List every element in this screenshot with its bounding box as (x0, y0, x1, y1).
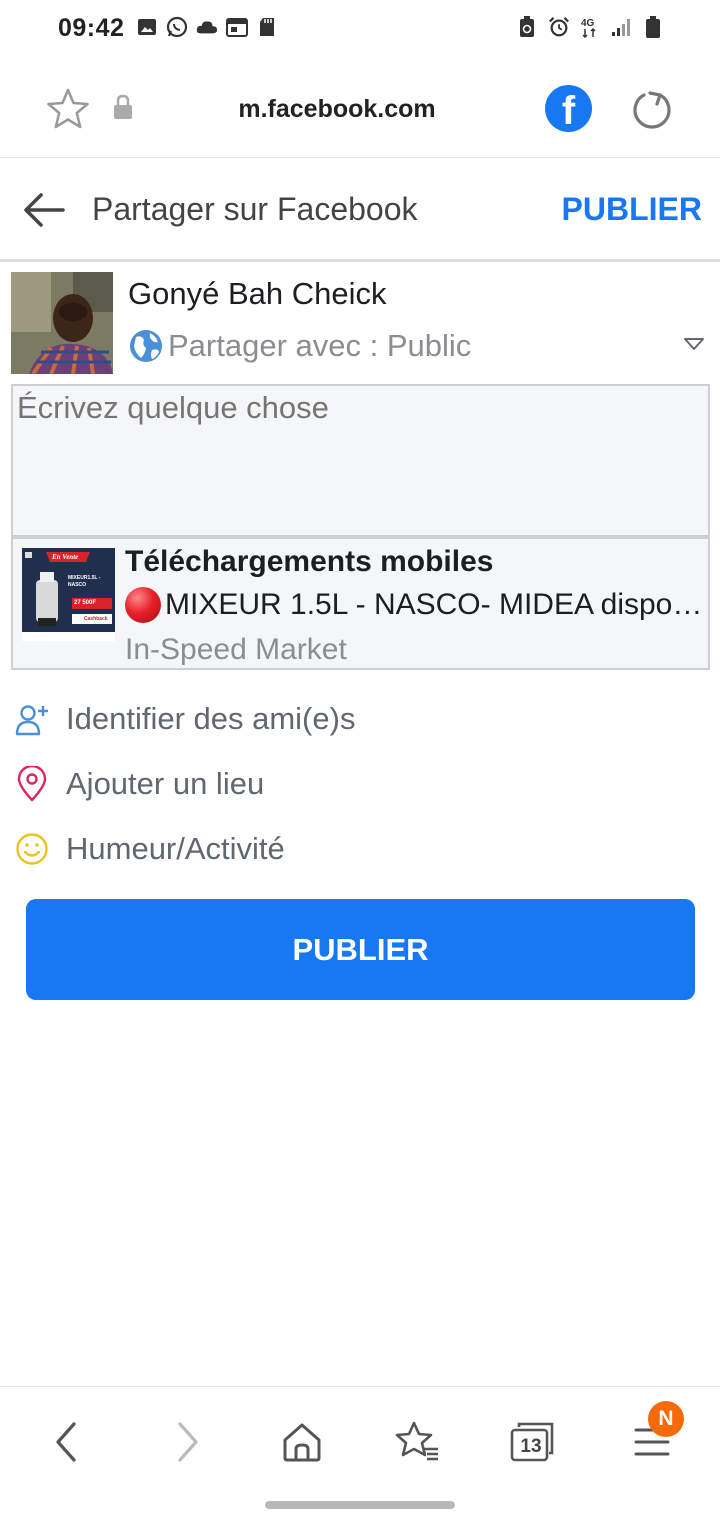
preview-description: MIXEUR 1.5L - NASCO- MIDEA disponible (165, 588, 710, 621)
lock-icon (112, 94, 134, 125)
thumb-price: 27 500F (74, 600, 97, 606)
whatsapp-icon (166, 16, 188, 38)
action-add-location[interactable]: Ajouter un lieu (14, 759, 694, 809)
svg-text:4G: 4G (581, 18, 595, 29)
alarm-icon (548, 16, 570, 38)
user-name: Gonyé Bah Cheick (128, 276, 387, 311)
action-feeling-activity[interactable]: Humeur/Activité (14, 824, 694, 874)
status-bar: 09:42 4G (0, 0, 720, 58)
network-type-icon: 4G (580, 16, 600, 38)
bookmark-star-icon[interactable] (46, 88, 90, 135)
forward-icon[interactable] (162, 1417, 212, 1467)
calendar-icon (226, 16, 248, 38)
action-label: Ajouter un lieu (66, 766, 265, 801)
audience-selector[interactable]: Partager avec : Public (128, 326, 708, 366)
reload-icon[interactable] (630, 88, 674, 137)
facebook-logo-icon[interactable]: f (545, 85, 592, 132)
url-text[interactable]: m.facebook.com (150, 95, 524, 124)
back-arrow-icon[interactable] (22, 190, 66, 235)
thumb-badge: En Vente (52, 553, 79, 561)
back-icon[interactable] (42, 1417, 92, 1467)
tabs-icon[interactable]: 13 (507, 1417, 557, 1467)
location-pin-icon (14, 766, 50, 802)
smiley-icon (14, 831, 50, 867)
signal-icon (610, 16, 632, 38)
chevron-down-icon[interactable] (683, 336, 705, 357)
sd-card-icon (256, 16, 278, 38)
status-left-icons (136, 16, 278, 38)
browser-url-bar: m.facebook.com f (0, 58, 720, 158)
globe-icon (128, 328, 164, 364)
home-icon[interactable] (277, 1417, 327, 1467)
browser-bottom-nav: 13 N (0, 1386, 720, 1520)
bookmarks-icon[interactable] (392, 1417, 442, 1467)
gallery-icon (136, 16, 158, 38)
action-label: Identifier des ami(e)s (66, 701, 356, 736)
link-preview-card[interactable]: En Vente MIXEUR1.5L -NASCO 27 500F Cashb… (11, 537, 710, 670)
preview-description-row: MIXEUR 1.5L - NASCO- MIDEA disponible (125, 587, 710, 623)
composer-placeholder: Écrivez quelque chose (17, 390, 329, 425)
notification-badge: N (648, 1401, 684, 1437)
thumb-cashback: Cashback (84, 616, 108, 622)
tabs-count: 13 (520, 1436, 542, 1457)
publish-button[interactable]: PUBLIER (26, 899, 695, 1000)
preview-source: In-Speed Market (125, 633, 347, 666)
preview-title: Téléchargements mobiles (125, 545, 494, 578)
action-label: Humeur/Activité (66, 831, 285, 866)
home-indicator[interactable] (265, 1501, 455, 1509)
tag-friends-icon (14, 701, 50, 737)
status-time: 09:42 (58, 14, 125, 42)
cloud-icon (196, 16, 218, 38)
action-tag-friends[interactable]: Identifier des ami(e)s (14, 694, 694, 744)
preview-thumbnail: En Vente MIXEUR1.5L -NASCO 27 500F Cashb… (22, 548, 115, 641)
audience-label: Partager avec : Public (168, 328, 472, 363)
publish-header-button[interactable]: PUBLIER (562, 191, 702, 228)
page-title: Partager sur Facebook (92, 191, 418, 227)
battery-saver-icon (516, 16, 538, 38)
avatar (11, 272, 113, 374)
share-header: Partager sur Facebook PUBLIER (0, 158, 720, 262)
thumb-product: MIXEUR1.5L -NASCO (68, 575, 101, 588)
post-composer-input[interactable]: Écrivez quelque chose (11, 384, 710, 537)
battery-icon (642, 16, 664, 38)
red-circle-emoji-icon (125, 587, 161, 623)
status-right-icons: 4G (516, 16, 664, 38)
